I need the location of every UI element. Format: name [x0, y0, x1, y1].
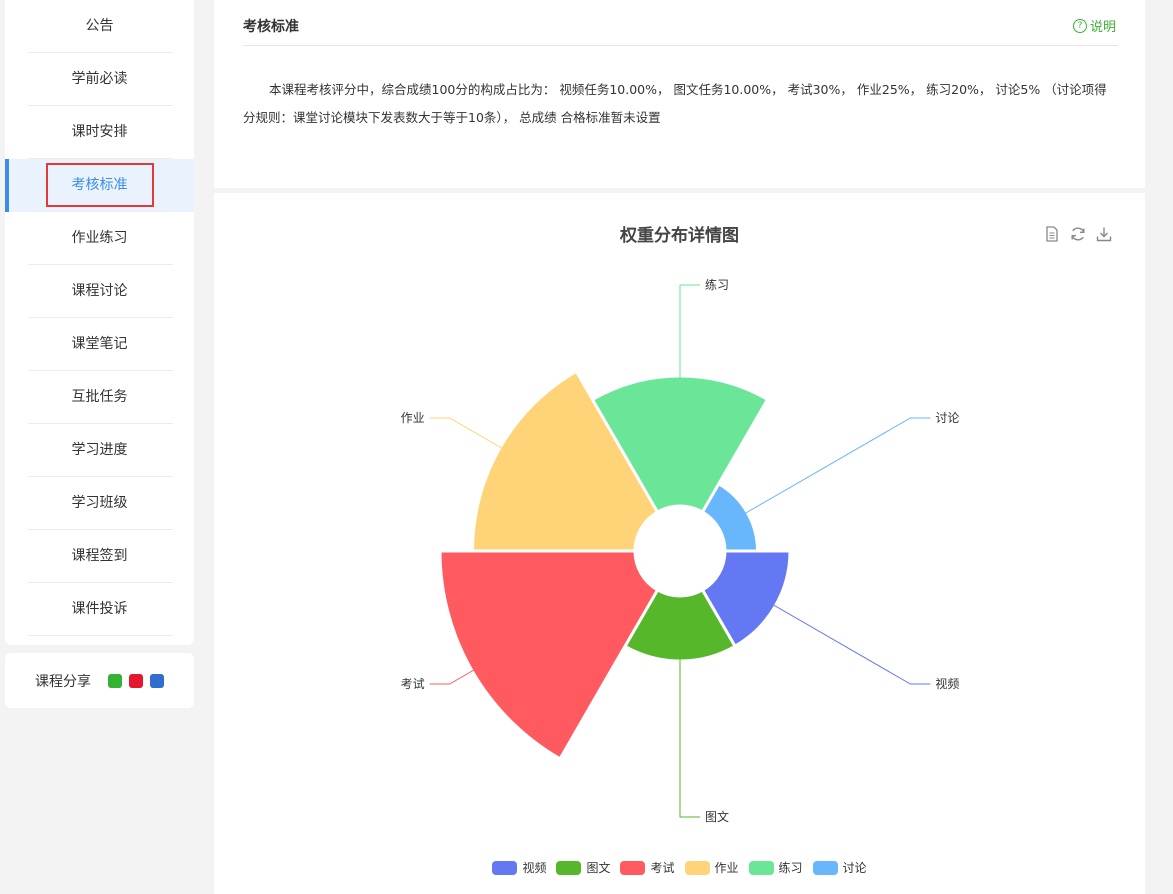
panel-title: 考核标准 — [243, 19, 299, 35]
legend-swatch — [684, 860, 710, 875]
restore-icon[interactable] — [1069, 225, 1087, 243]
slice-label: 图文 — [705, 809, 729, 824]
slice-label: 讨论 — [935, 411, 959, 425]
sidebar-item-label: 互批任务 — [71, 389, 128, 405]
sidebar-item-label: 公告 — [85, 18, 114, 34]
sidebar-item-list: 公告学前必读课时安排考核标准作业练习课程讨论课堂笔记互批任务学习进度学习班级课程… — [5, 0, 194, 636]
chart-toolbox — [1035, 225, 1113, 243]
sidebar-item-8[interactable]: 学习进度 — [5, 424, 194, 477]
legend-label: 图文 — [586, 861, 611, 875]
rose-chart: 视频图文 考试 作业 练习讨论 — [401, 277, 960, 824]
legend-item[interactable]: 作业 — [684, 859, 739, 876]
legend-label: 视频 — [522, 861, 547, 875]
legend-label: 考试 — [650, 861, 675, 875]
legend-label: 讨论 — [842, 861, 867, 875]
legend-swatch — [748, 860, 774, 875]
sidebar-item-label: 作业练习 — [71, 230, 128, 246]
data-view-icon[interactable] — [1043, 225, 1061, 243]
legend-swatch — [620, 860, 646, 875]
sidebar-item-label: 课件投诉 — [71, 601, 128, 617]
sidebar-item-label: 学前必读 — [71, 71, 128, 87]
sidebar-item-label: 课堂笔记 — [71, 336, 128, 352]
sidebar-item-11[interactable]: 课件投诉 — [5, 583, 194, 636]
help-link[interactable]: ? 说明 — [1072, 16, 1116, 35]
sidebar-item-4[interactable]: 作业练习 — [5, 212, 194, 265]
sidebar-item-10[interactable]: 课程签到 — [5, 530, 194, 583]
sidebar-item-label: 考核标准 — [45, 163, 154, 207]
sidebar-item-3[interactable]: 考核标准 — [5, 159, 194, 212]
leader-line — [759, 596, 931, 685]
chart-legend: 视频 图文 考试 作业 练习 讨论 — [214, 859, 1145, 876]
assessment-panel: 考核标准 ? 说明 本课程考核评分中，综合成绩100分的构成占比为： 视频任务1… — [214, 0, 1145, 188]
help-label: 说明 — [1089, 20, 1116, 35]
sidebar-nav: 公告学前必读课时安排考核标准作业练习课程讨论课堂笔记互批任务学习进度学习班级课程… — [5, 0, 194, 645]
sidebar-item-label: 学习班级 — [71, 495, 128, 511]
sidebar-item-0[interactable]: 公告 — [5, 0, 194, 53]
course-share: 课程分享 — [5, 653, 194, 708]
assessment-description: 本课程考核评分中，综合成绩100分的构成占比为： 视频任务10.00%， 图文任… — [243, 82, 1107, 125]
wechat-icon[interactable] — [108, 673, 122, 688]
sidebar-item-label: 学习进度 — [71, 442, 128, 458]
sidebar-item-label: 课时安排 — [71, 124, 128, 140]
legend-item[interactable]: 练习 — [748, 859, 803, 876]
slice-label: 作业 — [401, 411, 425, 425]
sidebar-item-9[interactable]: 学习班级 — [5, 477, 194, 530]
slice-label: 练习 — [705, 277, 729, 292]
leader-line — [731, 417, 931, 522]
legend-label: 练习 — [778, 861, 803, 875]
share-label: 课程分享 — [35, 673, 91, 690]
legend-swatch — [812, 860, 838, 875]
legend-item[interactable]: 考试 — [620, 859, 675, 876]
slice-label: 视频 — [935, 676, 959, 691]
sidebar-item-label: 课程讨论 — [71, 283, 128, 299]
save-image-icon[interactable] — [1095, 225, 1113, 243]
legend-swatch — [556, 860, 582, 875]
weight-chart-panel: 视频 图文 考试 作业 练习 讨论 权重分布详情图 视频 图文 考试 作业 练习 讨论 — [214, 193, 1145, 894]
chart-title: 权重分布详情图 — [620, 226, 739, 246]
sidebar-item-label: 课程签到 — [71, 548, 128, 564]
qq-icon[interactable] — [150, 673, 164, 688]
slice-label: 考试 — [401, 676, 425, 691]
divider — [243, 45, 1118, 46]
legend-swatch — [492, 860, 518, 875]
question-icon: ? — [1072, 18, 1087, 33]
weibo-icon[interactable] — [129, 673, 143, 688]
legend-item[interactable]: 讨论 — [812, 859, 867, 876]
legend-item[interactable]: 图文 — [556, 859, 610, 876]
legend-label: 作业 — [714, 861, 739, 875]
sidebar-item-7[interactable]: 互批任务 — [5, 371, 194, 424]
rose-slice[interactable] — [438, 549, 659, 761]
sidebar-item-1[interactable]: 学前必读 — [5, 53, 194, 106]
sidebar-item-2[interactable]: 课时安排 — [5, 106, 194, 159]
leader-line — [679, 643, 700, 818]
legend-item[interactable]: 视频 — [492, 859, 546, 876]
sidebar-item-6[interactable]: 课堂笔记 — [5, 318, 194, 371]
sidebar-item-5[interactable]: 课程讨论 — [5, 265, 194, 318]
